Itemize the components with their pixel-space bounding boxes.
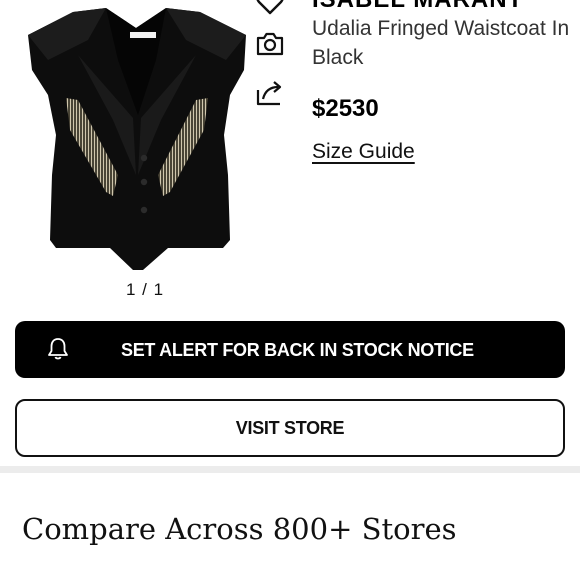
brand-name[interactable]: ISABEL MARANT [312,0,523,14]
set-alert-button[interactable]: SET ALERT FOR BACK IN STOCK NOTICE [15,321,565,378]
size-guide-link[interactable]: Size Guide [312,140,415,164]
product-image[interactable] [18,0,258,282]
product-name: Udalia Fringed Waistcoat In Black [312,17,570,69]
section-divider [0,466,580,473]
camera-icon[interactable] [254,28,286,60]
visit-store-label: VISIT STORE [235,418,345,438]
visit-store-button[interactable]: VISIT STORE [15,399,565,457]
set-alert-label: SET ALERT FOR BACK IN STOCK NOTICE [121,340,474,360]
compare-section-title: Compare Across 800+ Stores [22,512,457,546]
bell-icon [45,336,71,362]
image-pager: 1 / 1 [125,280,165,299]
share-icon[interactable] [254,76,286,108]
product-price: $2530 [312,95,379,122]
heart-icon[interactable] [254,0,286,18]
